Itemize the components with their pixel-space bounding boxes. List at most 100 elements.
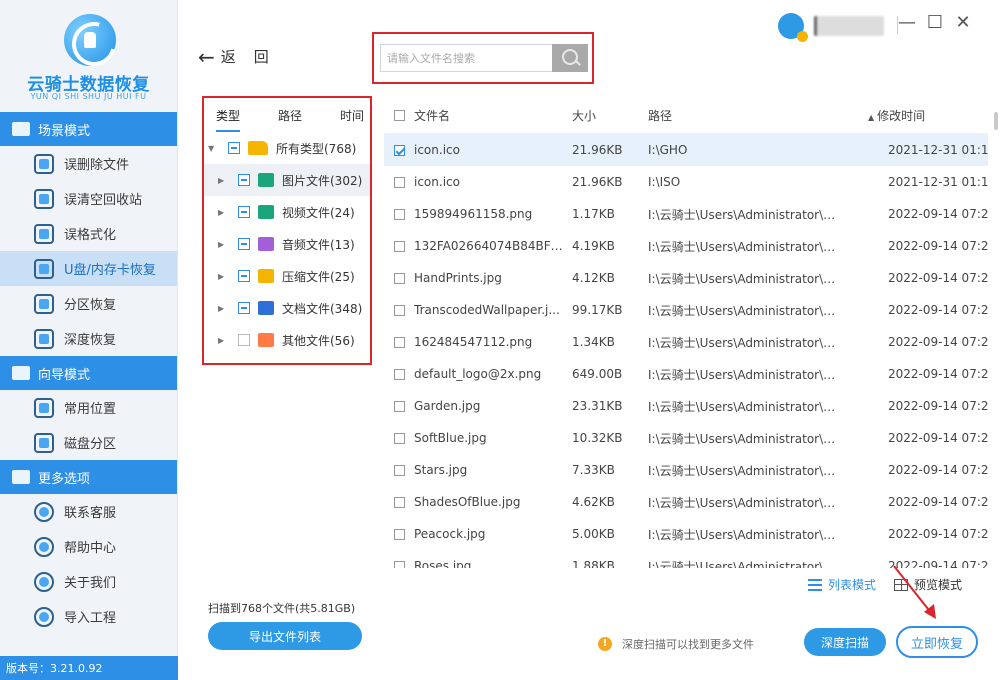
- minimize-icon[interactable]: —: [898, 12, 916, 34]
- deep-recovery-icon: [34, 328, 54, 349]
- table-row[interactable]: 162484547112.png 1.34KB I:\云骑士\Users\Admin…: [384, 326, 988, 358]
- row-checkbox[interactable]: [384, 560, 414, 568]
- tree-checkbox[interactable]: [238, 238, 250, 250]
- tree-row[interactable]: ▶ 其他文件(56): [204, 324, 370, 356]
- sidebar-item[interactable]: 常用位置: [0, 390, 177, 425]
- file-path-cell: I:\云骑士\Users\Administrator\Ap...: [648, 559, 846, 569]
- export-list-button[interactable]: 导出文件列表: [208, 622, 362, 650]
- table-scrollbar[interactable]: [994, 112, 998, 130]
- file-size-cell: 649.00B: [572, 367, 623, 381]
- collapsed-caret-icon[interactable]: ▶: [218, 272, 228, 281]
- tree-checkbox[interactable]: [228, 142, 240, 154]
- recover-now-button[interactable]: 立即恢复: [896, 626, 978, 658]
- sidebar-item[interactable]: 帮助中心: [0, 529, 177, 564]
- sidebar-item[interactable]: 磁盘分区: [0, 425, 177, 460]
- collapsed-caret-icon[interactable]: ▶: [218, 336, 228, 345]
- table-row[interactable]: Peacock.jpg 5.00KB I:\云骑士\Users\Administra…: [384, 518, 988, 550]
- tree-checkbox[interactable]: [238, 206, 250, 218]
- collapsed-caret-icon[interactable]: ▶: [218, 208, 228, 217]
- row-checkbox[interactable]: [384, 208, 414, 220]
- tree-checkbox[interactable]: [238, 270, 250, 282]
- sidebar-item-label: 联系客服: [64, 506, 117, 521]
- row-checkbox[interactable]: [384, 336, 414, 348]
- search-input[interactable]: [380, 44, 554, 72]
- table-row[interactable]: icon.ico 21.96KB I:\ISO 2021-12-31 01:11:55: [384, 166, 988, 198]
- close-icon[interactable]: ✕: [954, 12, 972, 34]
- row-checkbox[interactable]: [384, 432, 414, 444]
- tree-row-label: 其他文件(56): [282, 333, 355, 348]
- table-row[interactable]: ShadesOfBlue.jpg 4.62KB I:\云骑士\Users\Admin…: [384, 486, 988, 518]
- select-all-checkbox[interactable]: [384, 110, 414, 121]
- file-name-cell: HandPrints.jpg: [414, 271, 502, 285]
- sidebar-item[interactable]: 误格式化: [0, 216, 177, 251]
- sidebar-item[interactable]: 误删除文件: [0, 146, 177, 181]
- tree-checkbox[interactable]: [238, 302, 250, 314]
- file-size-cell: 4.12KB: [572, 271, 615, 285]
- tree-tab[interactable]: 时间: [340, 107, 364, 132]
- table-row[interactable]: 132FA02664074B84BF67... 4.19KB I:\云骑士\User…: [384, 230, 988, 262]
- collapsed-caret-icon[interactable]: ▶: [218, 304, 228, 313]
- table-row[interactable]: icon.ico 21.96KB I:\GHO 2021-12-31 01:11:55: [384, 134, 988, 166]
- username-redacted: [814, 16, 884, 36]
- list-mode-label: 列表模式: [828, 578, 877, 592]
- sidebar-item[interactable]: 深度恢复: [0, 321, 177, 356]
- tree-tab[interactable]: 路径: [278, 107, 302, 132]
- expanded-caret-icon[interactable]: ▼: [208, 144, 218, 153]
- info-icon: [34, 571, 54, 592]
- sidebar-item[interactable]: 联系客服: [0, 494, 177, 529]
- row-checkbox[interactable]: [384, 272, 414, 284]
- sidebar-item[interactable]: 导入工程: [0, 599, 177, 634]
- table-row[interactable]: TranscodedWallpaper.j... 99.17KB I:\云骑士\Us…: [384, 294, 988, 326]
- tree-tab[interactable]: 类型: [216, 107, 241, 132]
- table-row[interactable]: HandPrints.jpg 4.12KB I:\云骑士\Users\Adminis…: [384, 262, 988, 294]
- tree-checkbox[interactable]: [238, 334, 250, 346]
- red-arrow-annotation: [893, 565, 936, 619]
- row-checkbox[interactable]: [384, 464, 414, 476]
- nav-menu: 场景模式 误删除文件 误清空回收站 误格式化 U盘/内存卡恢复 分区恢复 深度恢复 向导模式常…: [0, 112, 177, 634]
- list-mode-button[interactable]: 列表模式: [808, 576, 876, 593]
- table-row[interactable]: default_logo@2x.png 649.00B I:\云骑士\Users\A…: [384, 358, 988, 390]
- row-checkbox[interactable]: [384, 368, 414, 380]
- tree-row[interactable]: ▶ 文档文件(348): [204, 292, 370, 324]
- table-row[interactable]: Garden.jpg 23.31KB I:\云骑士\Users\Administra…: [384, 390, 988, 422]
- search-icon[interactable]: [552, 44, 588, 72]
- table-row[interactable]: SoftBlue.jpg 10.32KB I:\云骑士\Users\Administ…: [384, 422, 988, 454]
- row-checkbox[interactable]: [384, 176, 414, 188]
- back-button[interactable]: ← 返 回: [198, 46, 269, 67]
- file-name-cell: 159894961158.png: [414, 207, 533, 221]
- sidebar-item[interactable]: U盘/内存卡恢复: [0, 251, 177, 286]
- row-checkbox[interactable]: [384, 304, 414, 316]
- table-row[interactable]: Stars.jpg 7.33KB I:\云骑士\Users\Administrato…: [384, 454, 988, 486]
- deleted-file-icon: [34, 153, 54, 174]
- row-checkbox[interactable]: [384, 144, 414, 156]
- row-checkbox[interactable]: [384, 528, 414, 540]
- sidebar-item[interactable]: 误清空回收站: [0, 181, 177, 216]
- tree-row[interactable]: ▶ 音频文件(13): [204, 228, 370, 260]
- tree-row[interactable]: ▶ 图片文件(302): [204, 164, 370, 196]
- row-checkbox[interactable]: [384, 400, 414, 412]
- sidebar-item[interactable]: 关于我们: [0, 564, 177, 599]
- header-path[interactable]: 路径: [648, 107, 846, 124]
- row-checkbox[interactable]: [384, 496, 414, 508]
- window-controls: — ☐ ✕: [898, 12, 972, 34]
- sidebar-section-title: 向导模式: [38, 367, 91, 383]
- maximize-icon[interactable]: ☐: [926, 12, 944, 34]
- collapsed-caret-icon[interactable]: ▶: [218, 240, 228, 249]
- avatar[interactable]: [778, 13, 808, 42]
- tree-checkbox[interactable]: [238, 174, 250, 186]
- sidebar-item-label: U盘/内存卡恢复: [64, 263, 156, 278]
- collapsed-caret-icon[interactable]: ▶: [218, 176, 228, 185]
- header-size[interactable]: 大小: [572, 107, 648, 124]
- header-time[interactable]: ▲ 修改时间: [846, 107, 986, 124]
- tree-row[interactable]: ▼ 所有类型(768): [204, 132, 370, 164]
- table-row[interactable]: 159894961158.png 1.17KB I:\云骑士\Users\Admin…: [384, 198, 988, 230]
- tree-row[interactable]: ▶ 压缩文件(25): [204, 260, 370, 292]
- header-name[interactable]: 文件名: [414, 107, 572, 124]
- file-name-cell: TranscodedWallpaper.j...: [414, 303, 560, 317]
- tree-row-label: 压缩文件(25): [282, 269, 355, 284]
- sidebar-item[interactable]: 分区恢复: [0, 286, 177, 321]
- modified-time-cell: 2022-09-14 07:21:46: [888, 207, 988, 221]
- row-checkbox[interactable]: [384, 240, 414, 252]
- tree-row[interactable]: ▶ 视频文件(24): [204, 196, 370, 228]
- deep-scan-button[interactable]: 深度扫描: [804, 628, 886, 656]
